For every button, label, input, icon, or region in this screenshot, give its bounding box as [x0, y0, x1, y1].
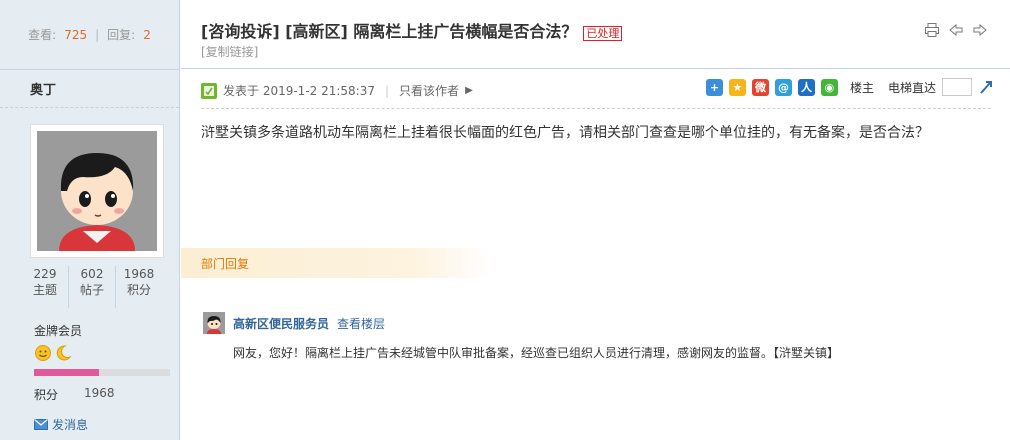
- send-message-link[interactable]: 发消息: [34, 416, 88, 433]
- thread-title: [咨询投诉] [高新区] 隔离栏上挂广告横幅是否合法？: [201, 22, 578, 41]
- department-reply-header: 部门回复: [181, 248, 491, 278]
- thread-tools: [924, 22, 988, 38]
- views-label: 查看:: [28, 28, 57, 42]
- posts-count[interactable]: 602 帖子: [69, 266, 116, 308]
- reply-header: 高新区便民服务员 查看楼层: [203, 312, 385, 334]
- main-content: [咨询投诉] [高新区] 隔离栏上挂广告横幅是否合法？ 已处理 [复制链接] 发…: [181, 0, 1010, 440]
- share-plus-icon[interactable]: +: [705, 78, 723, 96]
- floor-label: 楼主: [849, 80, 874, 95]
- topics-label: 主题: [32, 283, 57, 297]
- member-level[interactable]: 金牌会员: [34, 322, 82, 339]
- points-row: 积分 1968: [34, 386, 174, 403]
- department-reply-label: 部门回复: [201, 256, 250, 271]
- views-count: 725: [64, 27, 88, 42]
- level-progress-fill: [34, 369, 100, 376]
- points-label: 积分: [34, 388, 59, 402]
- posts-number: 602: [80, 267, 104, 281]
- level-progress-bar: [34, 369, 170, 376]
- view-floor-link[interactable]: 查看楼层: [337, 315, 385, 332]
- copy-link[interactable]: [复制链接]: [201, 43, 258, 60]
- credits-count[interactable]: 1968 积分: [116, 266, 162, 308]
- moon-icon: [56, 345, 72, 361]
- jump-label: 电梯直达: [887, 80, 936, 95]
- jump-arrow-icon[interactable]: [978, 79, 994, 95]
- share-qzone-icon[interactable]: ★: [728, 78, 746, 96]
- share-tencent-weibo-icon[interactable]: @: [774, 78, 792, 96]
- replies-count: 2: [143, 27, 151, 42]
- triangle-right-icon: ▶: [465, 85, 473, 96]
- thread-stats: 查看: 725 | 回复: 2: [0, 0, 179, 70]
- share-wechat-icon[interactable]: ◉: [820, 78, 838, 96]
- meta-divider: [201, 108, 991, 109]
- author-sidebar: 查看: 725 | 回复: 2 奥丁 229 主题 602 帖子 1968 积分…: [0, 0, 180, 440]
- sun-icon: [35, 345, 51, 361]
- medals: [34, 344, 72, 362]
- topics-number: 229: [33, 267, 57, 281]
- topics-count[interactable]: 229 主题: [22, 266, 69, 308]
- credits-label: 积分: [126, 283, 151, 297]
- share-weibo-icon[interactable]: 微: [751, 78, 769, 96]
- post-date: 发表于 2019-1-2 21:58:37: [223, 84, 375, 98]
- reply-text: 网友，您好！隔离栏上挂广告未经城管中队审批备案，经巡查已组织人员进行清理，感谢网…: [233, 346, 840, 360]
- points-value: 1968: [84, 386, 115, 400]
- share-bar: + ★ 微 @ 人 ◉ 楼主 电梯直达: [705, 78, 994, 96]
- thread-title-row: [咨询投诉] [高新区] 隔离栏上挂广告横幅是否合法？ 已处理: [201, 18, 623, 42]
- posts-label: 帖子: [79, 283, 104, 297]
- envelope-icon: [34, 419, 48, 430]
- share-renren-icon[interactable]: 人: [797, 78, 815, 96]
- post-meta: 发表于 2019-1-2 21:58:37 | 只看该作者 ▶: [201, 82, 473, 99]
- reply-avatar[interactable]: [203, 312, 225, 334]
- stats-separator: |: [95, 27, 100, 42]
- credits-number: 1968: [123, 267, 155, 281]
- prev-thread-icon[interactable]: [948, 22, 964, 38]
- avatar[interactable]: [30, 124, 164, 258]
- send-message-label: 发消息: [52, 418, 89, 432]
- print-icon[interactable]: [924, 22, 940, 38]
- floor-jump-input[interactable]: [942, 78, 972, 96]
- author-counts: 229 主题 602 帖子 1968 积分: [22, 266, 162, 308]
- next-thread-icon[interactable]: [972, 22, 988, 38]
- post-body: 浒墅关镇多条道路机动车隔离栏上挂着很长幅面的红色广告，请相关部门查查是哪个单位挂…: [201, 125, 929, 141]
- avatar-image: [37, 131, 157, 251]
- status-badge: 已处理: [583, 25, 623, 41]
- author-name[interactable]: 奥丁: [0, 70, 179, 108]
- meta-separator: |: [385, 83, 390, 98]
- header-divider: [181, 68, 1010, 69]
- reply-author-name[interactable]: 高新区便民服务员: [233, 315, 329, 332]
- online-status-icon: [201, 82, 217, 99]
- replies-label: 回复:: [107, 28, 136, 42]
- only-author-link[interactable]: 只看该作者: [399, 82, 459, 99]
